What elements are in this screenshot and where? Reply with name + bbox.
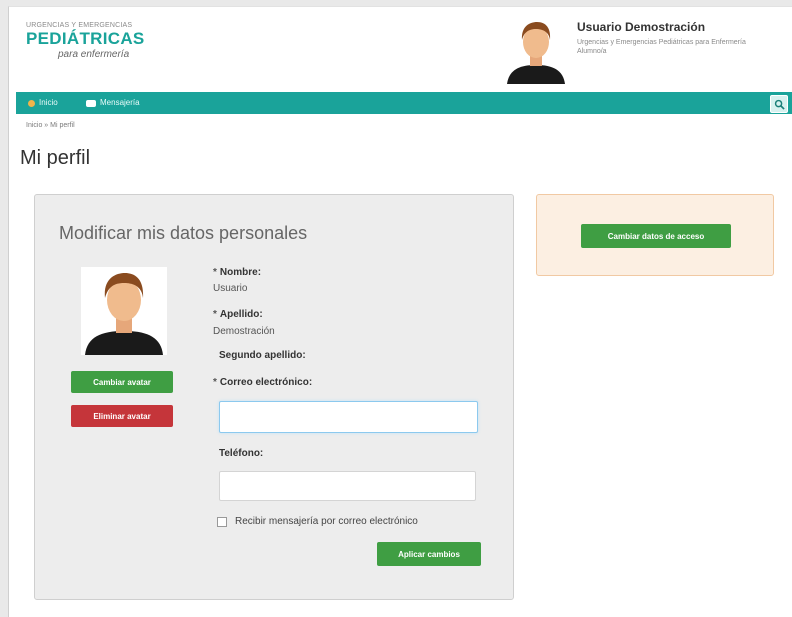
user-name: Usuario Demostración — [577, 20, 706, 34]
user-avatar-icon[interactable] — [505, 18, 567, 84]
required-marker: * — [213, 309, 217, 320]
home-icon — [28, 99, 35, 107]
required-marker: * — [213, 377, 217, 388]
profile-avatar-image — [81, 267, 167, 355]
user-course: Urgencias y Emergencias Pediátricas para… — [577, 39, 746, 46]
required-marker: * — [213, 267, 217, 278]
nav-item-messaging[interactable]: Mensajería — [86, 92, 140, 114]
email-field[interactable] — [219, 401, 478, 433]
first-name-label: * Nombre: — [213, 267, 261, 278]
change-access-data-button[interactable]: Cambiar datos de acceso — [581, 224, 731, 248]
first-name-label-text: Nombre: — [219, 267, 262, 278]
message-icon — [86, 99, 96, 107]
user-role: Alumno/a — [577, 48, 607, 55]
search-icon — [774, 99, 785, 110]
phone-label: Teléfono: — [219, 448, 264, 459]
access-data-panel: Cambiar datos de acceso — [536, 194, 774, 276]
last-name-value: Demostración — [213, 326, 275, 337]
last-name-label: * Apellido: — [213, 309, 263, 320]
last-name-label-text: Apellido: — [219, 309, 263, 320]
user-details: Urgencias y Emergencias Pediátricas para… — [577, 38, 777, 56]
nav-item-home[interactable]: Inicio — [28, 92, 58, 114]
email-messaging-checkbox[interactable] — [217, 517, 227, 527]
profile-form-title: Modificar mis datos personales — [59, 223, 308, 243]
site-logo[interactable]: URGENCIAS Y EMERGENCIAS PEDIÁTRICAS para… — [26, 22, 176, 60]
change-avatar-button[interactable]: Cambiar avatar — [71, 371, 173, 393]
logo-top-text: URGENCIAS Y EMERGENCIAS — [26, 22, 133, 29]
page-title: Mi perfil — [20, 147, 91, 169]
breadcrumb[interactable]: Inicio » Mi perfil — [26, 122, 75, 129]
apply-changes-button[interactable]: Aplicar cambios — [377, 542, 481, 566]
email-messaging-label[interactable]: Recibir mensajería por correo electrónic… — [235, 516, 418, 527]
phone-field[interactable] — [219, 471, 476, 501]
email-label: * Correo electrónico: — [213, 377, 312, 388]
nav-home-label: Inicio — [39, 98, 58, 107]
search-button[interactable] — [770, 95, 788, 113]
delete-avatar-button[interactable]: Eliminar avatar — [71, 405, 173, 427]
second-last-name-label: Segundo apellido: — [219, 350, 306, 361]
first-name-value: Usuario — [213, 283, 248, 294]
profile-form-panel: Modificar mis datos personales Cambiar a… — [34, 194, 514, 600]
nav-messaging-label: Mensajería — [100, 98, 140, 107]
logo-main-text: PEDIÁTRICAS — [26, 29, 145, 48]
user-info-box: Usuario Demostración Urgencias y Emergen… — [505, 16, 785, 86]
logo-sub-text: para enfermería — [58, 49, 130, 60]
main-navbar: Inicio Mensajería — [16, 92, 792, 114]
email-label-text: Correo electrónico: — [219, 377, 313, 388]
